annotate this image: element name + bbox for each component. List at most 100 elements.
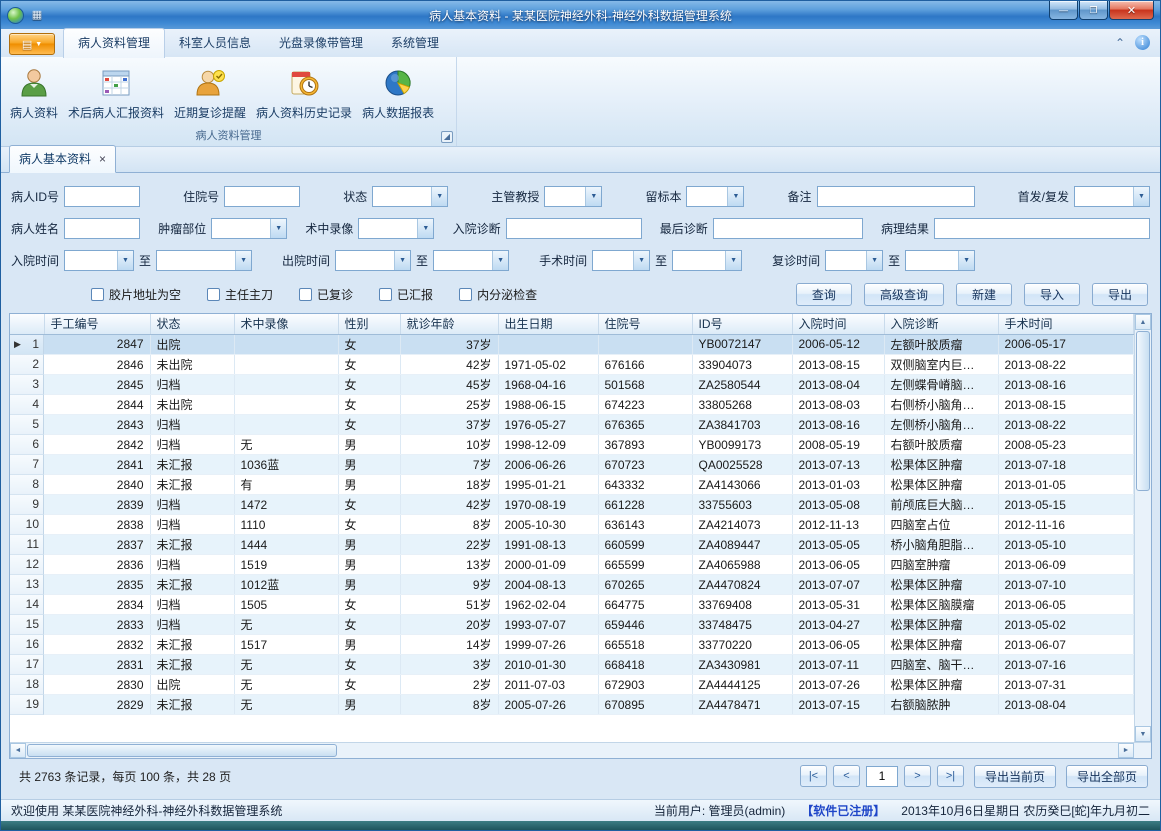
- table-row[interactable]: 102838归档1110女8岁2005-10-30636143ZA4214073…: [10, 515, 1134, 535]
- table-cell[interactable]: 51岁: [400, 595, 498, 615]
- table-cell[interactable]: 3岁: [400, 655, 498, 675]
- table-cell[interactable]: 2013-05-10: [998, 535, 1134, 555]
- table-cell[interactable]: 2013-04-27: [792, 615, 884, 635]
- table-cell[interactable]: 18岁: [400, 475, 498, 495]
- minimize-button[interactable]: —: [1049, 1, 1078, 20]
- chevron-down-icon[interactable]: ▼: [394, 251, 410, 270]
- ribbon-tab-system-management[interactable]: 系统管理: [377, 29, 453, 57]
- column-header[interactable]: 住院号: [598, 314, 692, 334]
- table-cell[interactable]: 8岁: [400, 515, 498, 535]
- table-cell[interactable]: 女: [338, 395, 400, 415]
- table-cell[interactable]: 2006-05-17: [998, 334, 1134, 355]
- table-cell[interactable]: 1036蓝: [234, 455, 338, 475]
- table-cell[interactable]: 未出院: [150, 395, 234, 415]
- table-cell[interactable]: 668418: [598, 655, 692, 675]
- table-cell[interactable]: 1993-07-07: [498, 615, 598, 635]
- table-cell[interactable]: 左侧蝶骨嵴脑…: [884, 375, 998, 395]
- table-cell[interactable]: 女: [338, 615, 400, 635]
- table-row[interactable]: 32845归档女45岁1968-04-16501568ZA25805442013…: [10, 375, 1134, 395]
- table-cell[interactable]: 1444: [234, 535, 338, 555]
- table-cell[interactable]: 10岁: [400, 435, 498, 455]
- table-cell[interactable]: 松果体区肿瘤: [884, 675, 998, 695]
- table-cell[interactable]: 归档: [150, 435, 234, 455]
- table-cell[interactable]: 1999-07-26: [498, 635, 598, 655]
- table-cell[interactable]: 2013-06-05: [998, 595, 1134, 615]
- table-cell[interactable]: 501568: [598, 375, 692, 395]
- admission-diag-input[interactable]: [506, 218, 642, 239]
- row-header[interactable]: 8: [10, 475, 44, 495]
- table-cell[interactable]: 2844: [44, 395, 150, 415]
- table-cell[interactable]: 37岁: [400, 415, 498, 435]
- prev-page-button[interactable]: <: [833, 765, 860, 787]
- table-cell[interactable]: 2840: [44, 475, 150, 495]
- table-cell[interactable]: 13岁: [400, 555, 498, 575]
- column-header[interactable]: 状态: [150, 314, 234, 334]
- checkbox-endocrine-exam[interactable]: 内分泌检查: [459, 286, 537, 303]
- table-cell[interactable]: YB0072147: [692, 334, 792, 355]
- pathology-input[interactable]: [934, 218, 1150, 239]
- column-header[interactable]: 性别: [338, 314, 400, 334]
- table-cell[interactable]: 676365: [598, 415, 692, 435]
- table-cell[interactable]: 670265: [598, 575, 692, 595]
- table-cell[interactable]: [234, 355, 338, 375]
- row-header[interactable]: 18: [10, 675, 44, 695]
- table-cell[interactable]: 未汇报: [150, 475, 234, 495]
- table-cell[interactable]: 1517: [234, 635, 338, 655]
- table-cell[interactable]: 未汇报: [150, 655, 234, 675]
- first-recur-combo[interactable]: ▼: [1074, 186, 1150, 207]
- query-button[interactable]: 查询: [796, 283, 852, 306]
- scroll-down-icon[interactable]: ▼: [1135, 726, 1151, 742]
- final-diag-input[interactable]: [713, 218, 863, 239]
- table-cell[interactable]: 归档: [150, 515, 234, 535]
- surgery-time-from[interactable]: ▼: [592, 250, 650, 271]
- table-cell[interactable]: [598, 334, 692, 355]
- table-cell[interactable]: 665518: [598, 635, 692, 655]
- table-cell[interactable]: 2013-07-26: [792, 675, 884, 695]
- close-icon[interactable]: ×: [99, 154, 106, 164]
- table-cell[interactable]: 1971-05-02: [498, 355, 598, 375]
- table-cell[interactable]: 2013-05-31: [792, 595, 884, 615]
- close-button[interactable]: ✕: [1109, 1, 1154, 20]
- table-cell[interactable]: 33755603: [692, 495, 792, 515]
- table-cell[interactable]: 636143: [598, 515, 692, 535]
- column-header[interactable]: 入院时间: [792, 314, 884, 334]
- table-cell[interactable]: 2008-05-23: [998, 435, 1134, 455]
- table-cell[interactable]: 女: [338, 334, 400, 355]
- table-cell[interactable]: 2012-11-13: [792, 515, 884, 535]
- table-cell[interactable]: 2013-07-11: [792, 655, 884, 675]
- table-cell[interactable]: ZA3841703: [692, 415, 792, 435]
- table-row[interactable]: 112837未汇报1444男22岁1991-08-13660599ZA40894…: [10, 535, 1134, 555]
- ribbon-item-postop-report[interactable]: 术后病人汇报资料: [63, 61, 169, 125]
- table-cell[interactable]: 归档: [150, 595, 234, 615]
- chevron-down-icon[interactable]: ▼: [633, 251, 649, 270]
- row-header[interactable]: 9: [10, 495, 44, 515]
- table-row[interactable]: 152833归档无女20岁1993-07-0765944633748475201…: [10, 615, 1134, 635]
- professor-combo[interactable]: ▼: [544, 186, 602, 207]
- table-cell[interactable]: 1962-02-04: [498, 595, 598, 615]
- export-current-page-button[interactable]: 导出当前页: [974, 765, 1056, 788]
- table-row[interactable]: 42844未出院女25岁1988-06-15674223338052682013…: [10, 395, 1134, 415]
- table-cell[interactable]: ZA4470824: [692, 575, 792, 595]
- table-cell[interactable]: 45岁: [400, 375, 498, 395]
- table-cell[interactable]: 2831: [44, 655, 150, 675]
- chevron-down-icon[interactable]: ▼: [117, 251, 133, 270]
- table-cell[interactable]: 2830: [44, 675, 150, 695]
- table-cell[interactable]: 归档: [150, 555, 234, 575]
- table-cell[interactable]: 归档: [150, 495, 234, 515]
- table-cell[interactable]: [234, 334, 338, 355]
- table-cell[interactable]: 2005-10-30: [498, 515, 598, 535]
- table-cell[interactable]: 2013-05-02: [998, 615, 1134, 635]
- table-cell[interactable]: 无: [234, 695, 338, 715]
- status-combo[interactable]: ▼: [372, 186, 448, 207]
- discharge-time-from[interactable]: ▼: [335, 250, 411, 271]
- table-cell[interactable]: 男: [338, 475, 400, 495]
- table-cell[interactable]: 2012-11-16: [998, 515, 1134, 535]
- horizontal-scroll-thumb[interactable]: [27, 744, 337, 757]
- table-cell[interactable]: 25岁: [400, 395, 498, 415]
- table-cell[interactable]: 女: [338, 375, 400, 395]
- table-cell[interactable]: 未汇报: [150, 575, 234, 595]
- table-cell[interactable]: 无: [234, 675, 338, 695]
- table-cell[interactable]: 松果体区脑膜瘤: [884, 595, 998, 615]
- table-cell[interactable]: 2013-06-05: [792, 555, 884, 575]
- table-cell[interactable]: 659446: [598, 615, 692, 635]
